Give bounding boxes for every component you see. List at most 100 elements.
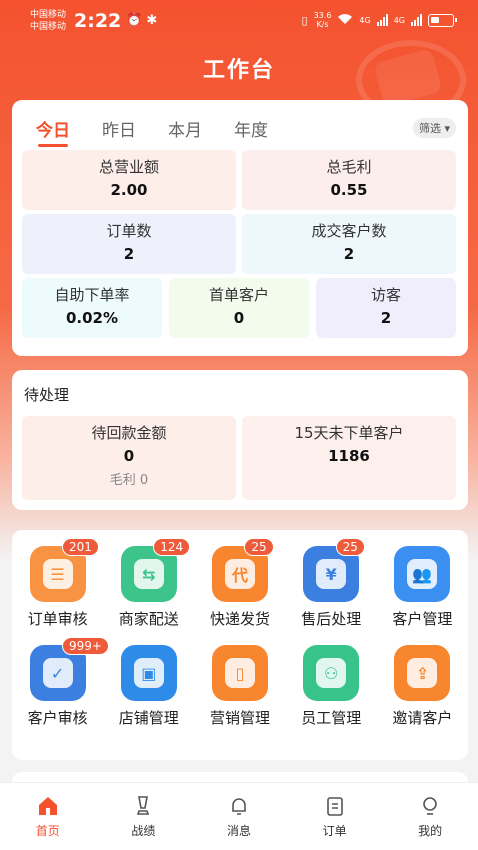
app-label: 商家配送 bbox=[118, 610, 179, 628]
stat-value: 2 bbox=[123, 245, 135, 263]
count-badge: 201 bbox=[62, 538, 99, 556]
stat-gross-profit[interactable]: 总毛利 0.55 bbox=[242, 150, 456, 210]
tab-clipboard[interactable]: 订单 bbox=[287, 783, 383, 850]
stat-total-revenue[interactable]: 总营业额 2.00 bbox=[22, 150, 236, 210]
app-label: 店铺管理 bbox=[118, 709, 179, 727]
status-bar: 中国移动 中国移动 2:22 ⏰ ✱ ▯ 33.6 K/s 4G 4G bbox=[0, 0, 478, 44]
network-type: 4G bbox=[359, 15, 371, 25]
bell-icon bbox=[227, 794, 251, 818]
summary-card: 今日 昨日 本月 年度 筛选 ▾ 总营业额 2.00 总毛利 0.55 订单数 … bbox=[12, 100, 468, 356]
stat-deal-customers[interactable]: 成交客户数 2 bbox=[242, 214, 456, 274]
app-invite-customer[interactable]: ⇪ 邀请客户 bbox=[377, 645, 468, 728]
filter-button[interactable]: 筛选 ▾ bbox=[412, 118, 456, 138]
stat-visitors[interactable]: 访客 2 bbox=[316, 278, 456, 338]
count-badge: 25 bbox=[335, 538, 365, 556]
signal-icon bbox=[411, 14, 422, 26]
speed-unit: K/s bbox=[316, 20, 329, 29]
speed-value: 33.6 bbox=[313, 11, 332, 20]
marketing-management-icon: ▯ bbox=[211, 645, 268, 701]
carrier-info: 中国移动 中国移动 bbox=[30, 9, 66, 33]
carrier-label: 中国移动 bbox=[30, 10, 67, 20]
app-order-review[interactable]: ☰ 201 订单审核 bbox=[12, 538, 103, 629]
stat-value: 0 bbox=[233, 309, 245, 327]
stat-first-order-customers[interactable]: 首单客户 0 bbox=[169, 278, 309, 338]
tab-bell[interactable]: 消息 bbox=[191, 783, 287, 850]
icon-glyph: ⚇ bbox=[316, 658, 347, 688]
tab-label: 战绩 bbox=[131, 824, 156, 838]
count-badge: 124 bbox=[153, 538, 191, 556]
tab-year[interactable]: 年度 bbox=[234, 116, 268, 141]
battery-icon bbox=[428, 13, 457, 27]
app-customer-review[interactable]: ✓ 999+ 客户审核 bbox=[12, 637, 109, 728]
profile-icon bbox=[418, 794, 442, 818]
icon-glyph: 代 bbox=[224, 559, 255, 589]
stat-label: 总毛利 bbox=[326, 158, 372, 176]
tab-label: 我的 bbox=[418, 824, 443, 838]
status-right: ▯ 33.6 K/s 4G 4G bbox=[301, 11, 457, 29]
tab-label: 首页 bbox=[35, 824, 60, 838]
period-tabs: 今日 昨日 本月 年度 bbox=[36, 116, 268, 147]
tab-yesterday[interactable]: 昨日 bbox=[102, 116, 136, 141]
icon-glyph: ✓ bbox=[42, 658, 73, 688]
trophy-icon bbox=[131, 794, 155, 818]
icon-glyph: ⇪ bbox=[407, 658, 438, 688]
app-label: 订单审核 bbox=[27, 610, 88, 628]
stat-label: 总营业额 bbox=[98, 158, 159, 176]
bluetooth-icon: ✱ bbox=[146, 13, 158, 28]
app-after-sales[interactable]: ¥25 售后处理 bbox=[286, 538, 377, 629]
stat-value: 2 bbox=[343, 245, 355, 263]
customer-management-icon: 👥 bbox=[394, 546, 451, 602]
app-label: 营销管理 bbox=[209, 709, 270, 727]
icon-glyph: ▯ bbox=[224, 658, 255, 688]
app-staff-management[interactable]: ⚇ 员工管理 bbox=[286, 645, 377, 728]
pending-inactive-customers[interactable]: 15天未下单客户 1186 bbox=[242, 416, 456, 500]
apps-grid: ☰ 201 订单审核 ⇆ 124 商家配送 代 25 快递发货 ¥25 售后处理 👥 客户管理 ✓ 999+… bbox=[12, 538, 468, 728]
apps-card: ☰ 201 订单审核 ⇆ 124 商家配送 代 25 快递发货 ¥25 售后处理 👥 客户管理 ✓ 999+… bbox=[12, 530, 468, 760]
invite-customer-icon: ⇪ bbox=[394, 645, 451, 701]
carrier-label: 中国移动 bbox=[30, 22, 67, 32]
app-label: 快递发货 bbox=[209, 610, 270, 628]
pending-receivable[interactable]: 待回款金额 0 毛利 0 bbox=[22, 416, 236, 500]
stat-order-count[interactable]: 订单数 2 bbox=[22, 214, 236, 274]
tab-profile[interactable]: 我的 bbox=[382, 783, 478, 850]
app-marketing-management[interactable]: ▯ 营销管理 bbox=[194, 645, 285, 728]
network-type: 4G bbox=[393, 15, 405, 25]
alarm-icon: ⏰ bbox=[126, 13, 143, 28]
app-label: 售后处理 bbox=[301, 610, 362, 628]
status-icons: ⏰ ✱ bbox=[126, 13, 157, 28]
count-badge: 25 bbox=[244, 538, 274, 556]
icon-glyph: 👥 bbox=[407, 559, 438, 589]
tab-month[interactable]: 本月 bbox=[168, 116, 202, 141]
stat-label: 订单数 bbox=[106, 222, 152, 240]
tab-trophy[interactable]: 战绩 bbox=[96, 783, 192, 850]
stat-label: 自助下单率 bbox=[54, 286, 130, 304]
app-store-management[interactable]: ▣ 店铺管理 bbox=[103, 645, 194, 728]
filter-label: 筛选 bbox=[418, 122, 441, 135]
stat-value: 0.55 bbox=[330, 181, 368, 199]
vibrate-icon: ▯ bbox=[301, 13, 308, 27]
pending-card: 待处理 待回款金额 0 毛利 0 15天未下单客户 1186 bbox=[12, 370, 468, 510]
wifi-icon bbox=[337, 13, 353, 28]
pending-value: 1186 bbox=[328, 447, 370, 465]
icon-glyph: ¥ bbox=[316, 559, 347, 589]
stat-label: 成交客户数 bbox=[311, 222, 387, 240]
count-badge: 999+ bbox=[62, 637, 109, 655]
app-label: 员工管理 bbox=[301, 709, 362, 727]
stat-value: 0.02% bbox=[65, 309, 119, 327]
tab-home[interactable]: 首页 bbox=[0, 783, 96, 850]
app-label: 客户审核 bbox=[27, 709, 88, 727]
icon-glyph: ▣ bbox=[133, 658, 164, 688]
network-speed: 33.6 K/s bbox=[314, 11, 332, 29]
signal-icon bbox=[376, 14, 388, 26]
store-management-icon: ▣ bbox=[120, 645, 177, 701]
app-label: 客户管理 bbox=[392, 610, 453, 628]
stat-label: 访客 bbox=[370, 286, 401, 304]
app-merchant-delivery[interactable]: ⇆ 124 商家配送 bbox=[103, 538, 194, 629]
pending-label: 待回款金额 bbox=[91, 424, 167, 442]
stat-value: 2.00 bbox=[110, 181, 148, 199]
tab-today[interactable]: 今日 bbox=[36, 116, 70, 147]
app-customer-management[interactable]: 👥 客户管理 bbox=[377, 546, 468, 629]
page-title: 工作台 bbox=[202, 58, 275, 83]
stat-self-order-rate[interactable]: 自助下单率 0.02% bbox=[22, 278, 162, 338]
app-express-shipping[interactable]: 代 25 快递发货 bbox=[194, 538, 285, 629]
